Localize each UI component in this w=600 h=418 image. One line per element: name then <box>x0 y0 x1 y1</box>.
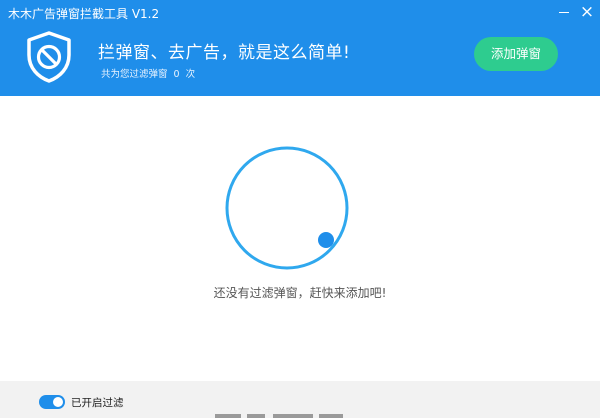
shield-block-icon <box>27 31 71 83</box>
app-window: 木木广告弹窗拦截工具 V1.2 × 拦弹窗、去广告，就是这么简单! 共为您过滤弹… <box>0 0 600 418</box>
filter-toggle-label: 已开启过滤 <box>71 397 124 409</box>
window-title: 木木广告弹窗拦截工具 V1.2 <box>8 7 160 21</box>
count-suffix: 次 <box>185 69 196 80</box>
count-value: 0 <box>173 69 180 80</box>
toggle-knob <box>53 397 63 407</box>
filter-toggle[interactable] <box>39 395 65 409</box>
close-icon: × <box>579 2 595 22</box>
footer-bar: 已开启过滤 <box>0 381 600 418</box>
footer-clipped-text <box>215 414 345 418</box>
minimize-button[interactable] <box>552 2 576 22</box>
header-banner: 木木广告弹窗拦截工具 V1.2 × 拦弹窗、去广告，就是这么简单! 共为您过滤弹… <box>0 0 600 96</box>
minimize-icon <box>559 12 569 13</box>
empty-state-text: 还没有过滤弹窗，赶快来添加吧! <box>213 286 387 300</box>
title-bar[interactable]: 木木广告弹窗拦截工具 V1.2 × <box>0 0 600 24</box>
empty-ring-icon <box>225 146 349 270</box>
close-button[interactable]: × <box>575 2 599 22</box>
slogan-text: 拦弹窗、去广告，就是这么简单! <box>98 43 351 63</box>
add-popup-button[interactable]: 添加弹窗 <box>474 37 558 71</box>
count-prefix: 共为您过滤弹窗 <box>101 69 168 80</box>
filter-count-line: 共为您过滤弹窗 0 次 <box>98 66 198 80</box>
